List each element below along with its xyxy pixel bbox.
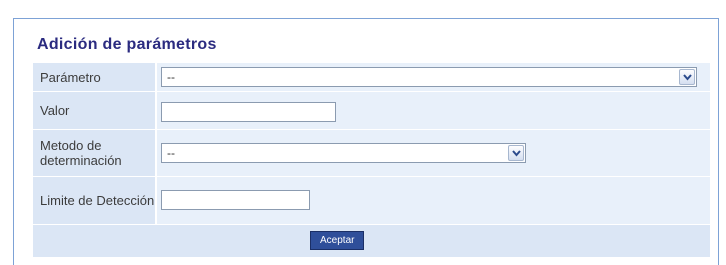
valor-input[interactable] [161, 102, 336, 122]
chevron-down-icon[interactable] [679, 69, 695, 85]
metodo-select-value: -- [167, 146, 175, 160]
metodo-label: Metodo de determinación [33, 130, 155, 176]
form-title: Adición de parámetros [37, 36, 217, 53]
parametro-row: Parámetro -- [33, 63, 710, 91]
submit-row [33, 225, 710, 257]
limite-input[interactable] [161, 190, 310, 210]
valor-label: Valor [33, 92, 155, 129]
valor-cell [157, 92, 710, 129]
limite-cell [157, 177, 710, 224]
parametro-select[interactable]: -- [161, 67, 697, 87]
metodo-select[interactable]: -- [161, 143, 526, 163]
parametro-select-value: -- [167, 70, 175, 84]
limite-row: Limite de Detección [33, 177, 710, 224]
limite-label: Limite de Detección [33, 177, 155, 224]
chevron-down-icon[interactable] [508, 145, 524, 161]
parametro-cell: -- [157, 63, 710, 91]
accept-button[interactable]: Aceptar [310, 231, 365, 250]
valor-row: Valor [33, 92, 710, 129]
metodo-row: Metodo de determinación -- [33, 130, 710, 176]
parametro-label: Parámetro [33, 63, 155, 91]
metodo-cell: -- [157, 130, 710, 176]
